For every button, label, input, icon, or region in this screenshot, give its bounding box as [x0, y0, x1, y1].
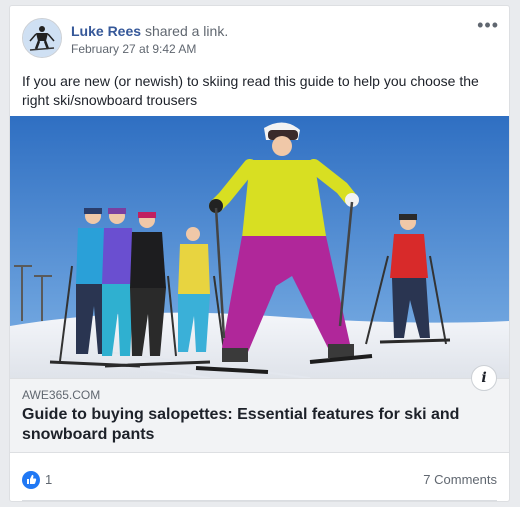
like-count[interactable]: 1: [45, 472, 52, 487]
post-header: Luke Rees shared a link. February 27 at …: [10, 6, 509, 66]
post-text: If you are new (or newish) to skiing rea…: [22, 73, 479, 108]
footer-divider: [22, 500, 497, 501]
comments-count[interactable]: 7 Comments: [423, 472, 497, 487]
link-domain: AWE365.COM: [22, 388, 101, 402]
link-preview[interactable]: i AWE365.COM Guide to buying salopettes:…: [10, 365, 509, 453]
link-image[interactable]: [10, 116, 509, 378]
author-name[interactable]: Luke Rees: [71, 23, 141, 39]
link-title[interactable]: Guide to buying salopettes: Essential fe…: [22, 405, 492, 445]
skier-avatar-icon: [23, 19, 61, 57]
skiers-photo: [10, 116, 509, 378]
more-horizontal-icon[interactable]: •••: [477, 16, 499, 34]
info-icon[interactable]: i: [471, 365, 497, 391]
thumbs-up-icon[interactable]: [22, 471, 40, 489]
thumbs-up-glyph: [27, 474, 37, 484]
avatar[interactable]: [22, 18, 62, 58]
author-line: Luke Rees shared a link.: [71, 23, 228, 39]
post-card: Luke Rees shared a link. February 27 at …: [9, 5, 510, 502]
post-footer: 1 7 Comments: [10, 453, 509, 501]
post-action: shared a link.: [144, 23, 229, 39]
post-timestamp[interactable]: February 27 at 9:42 AM: [71, 42, 196, 56]
